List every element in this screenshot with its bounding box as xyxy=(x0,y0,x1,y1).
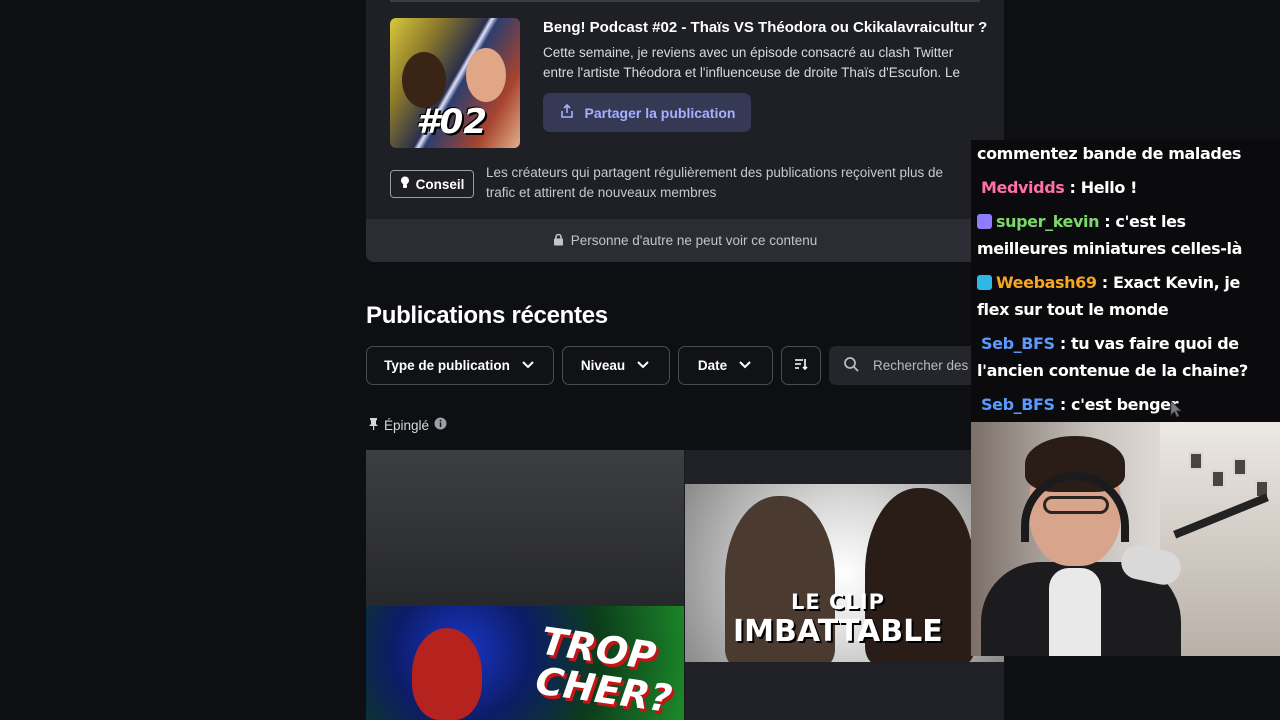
search-placeholder: Rechercher des xyxy=(873,358,969,373)
post-title[interactable]: Beng! Podcast #02 - Thaïs VS Théodora ou… xyxy=(543,19,987,36)
chevron-down-icon xyxy=(635,356,651,375)
chevron-down-icon xyxy=(520,356,536,375)
chat-message: Medvidds : Hello ! xyxy=(977,174,1274,201)
post-card: #02 Beng! Podcast #02 - Thaïs VS Théodor… xyxy=(366,0,1004,262)
post-description: Cette semaine, je reviens avec un épisod… xyxy=(543,45,960,80)
chat-text: commentez bande de malades xyxy=(977,144,1242,163)
thumbnail-face-right xyxy=(466,48,506,102)
tip-badge-label: Conseil xyxy=(415,176,465,192)
sort-button[interactable] xyxy=(781,346,821,385)
stream-chat-overlay: commentez bande de malades Medvidds : He… xyxy=(971,140,1280,422)
chat-message: super_kevin : c'est les meilleures minia… xyxy=(977,208,1274,262)
wall-photo xyxy=(1189,452,1203,470)
publications-grid: TROP CHER? LE CLIP IMBATTABLE xyxy=(366,450,1004,720)
publication-tile[interactable]: TROP CHER? xyxy=(366,450,684,720)
chat-username: Weebash69 xyxy=(996,273,1097,292)
chat-message: Weebash69 : Exact Kevin, je flex sur tou… xyxy=(977,269,1274,323)
publication-thumbnail[interactable]: TROP CHER? xyxy=(366,606,684,720)
chat-message: Seb_BFS : c'est benger xyxy=(977,391,1274,418)
pinned-label: Épinglé xyxy=(368,417,447,433)
share-post-label: Partager la publication xyxy=(584,104,736,121)
wall-photo xyxy=(1233,458,1247,476)
filter-level-label: Niveau xyxy=(580,358,626,373)
webcam-feed xyxy=(971,422,1280,656)
publication-thumbnail[interactable]: LE CLIP IMBATTABLE xyxy=(685,484,1004,662)
wall-photo xyxy=(1211,470,1225,488)
filter-date-label: Date xyxy=(697,358,728,373)
share-post-button[interactable]: Partager la publication xyxy=(543,93,751,132)
chat-text: : Hello ! xyxy=(1064,178,1138,197)
card-divider xyxy=(390,0,980,2)
search-icon xyxy=(843,356,859,375)
chat-username: super_kevin xyxy=(996,212,1100,231)
pin-icon xyxy=(368,417,379,433)
streamer-shirt xyxy=(1049,568,1101,656)
privacy-notice: Personne d'autre ne peut voir ce contenu xyxy=(366,219,1004,262)
thumbnail-text-line1: LE CLIP xyxy=(791,590,886,614)
sort-icon xyxy=(793,356,809,375)
thumbnail-text: TROP CHER? xyxy=(532,618,675,720)
chevron-down-icon xyxy=(737,356,753,375)
thumbnail-figure xyxy=(412,628,482,720)
info-icon[interactable] xyxy=(434,417,447,433)
lightbulb-icon xyxy=(400,176,410,192)
cube-badge-icon xyxy=(977,275,992,290)
share-icon xyxy=(559,103,575,122)
chat-username: Seb_BFS xyxy=(981,395,1055,414)
filter-post-type[interactable]: Type de publication xyxy=(366,346,554,385)
filter-level[interactable]: Niveau xyxy=(562,346,670,385)
glasses xyxy=(1043,496,1109,514)
privacy-text: Personne d'autre ne peut voir ce contenu xyxy=(570,233,818,248)
search-input[interactable]: Rechercher des xyxy=(829,346,989,385)
thumbnail-text-line2: IMBATTABLE xyxy=(733,614,943,649)
filter-date[interactable]: Date xyxy=(678,346,773,385)
mouse-cursor-icon xyxy=(1170,400,1182,423)
subscriber-badge-icon xyxy=(977,214,992,229)
thumbnail-episode-number: #02 xyxy=(416,102,487,142)
lock-icon xyxy=(553,233,564,249)
tip-badge: Conseil xyxy=(390,170,474,198)
tip-text: Les créateurs qui partagent régulièremen… xyxy=(486,165,944,200)
filter-post-type-label: Type de publication xyxy=(384,358,510,373)
chat-message: Seb_BFS : tu vas faire quoi de l'ancien … xyxy=(977,330,1274,384)
chat-username: Seb_BFS xyxy=(981,334,1055,353)
section-title: Publications récentes xyxy=(366,302,608,329)
pinned-text: Épinglé xyxy=(384,417,430,433)
chat-username: Medvidds xyxy=(981,178,1065,197)
thumbnail-face-left xyxy=(402,52,446,108)
chat-message: commentez bande de malades xyxy=(977,140,1274,167)
chat-text: : c'est benger xyxy=(1054,395,1179,414)
podcast-thumbnail[interactable]: #02 xyxy=(390,18,520,148)
publication-tile[interactable]: LE CLIP IMBATTABLE xyxy=(685,450,1004,720)
